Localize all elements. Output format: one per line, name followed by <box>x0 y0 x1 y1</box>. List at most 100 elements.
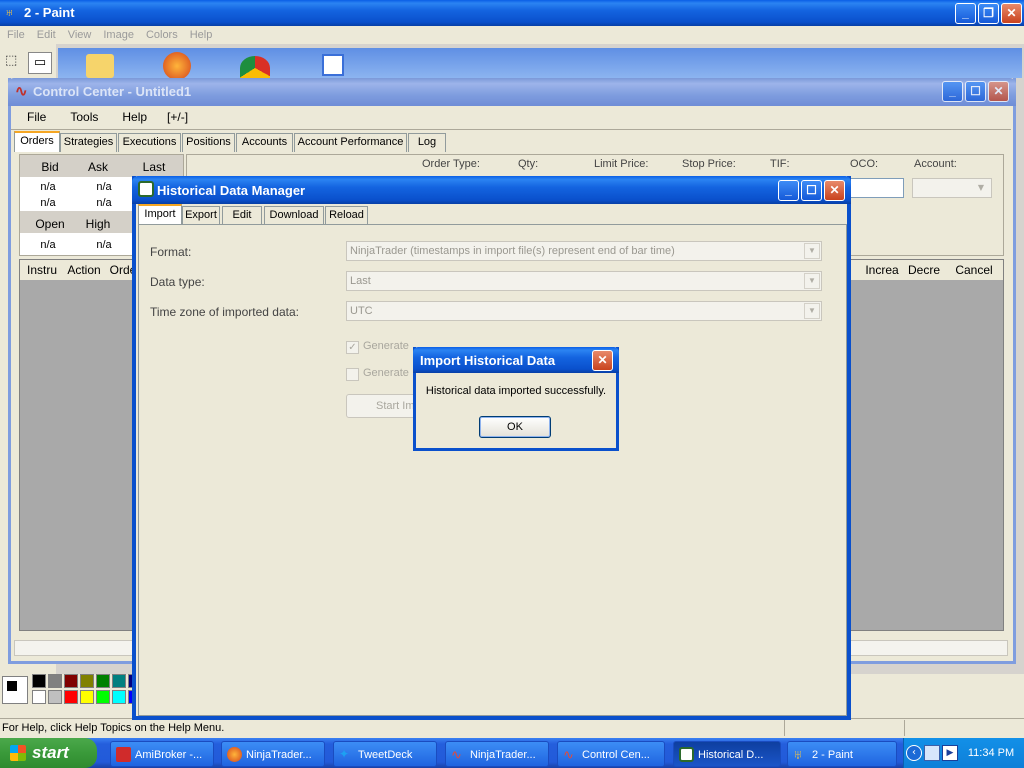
cc-menu-help[interactable]: Help <box>116 106 161 128</box>
hdm-minimize-button[interactable]: _ <box>778 180 799 201</box>
cc-tab-accounts[interactable]: Accounts <box>236 133 293 152</box>
cc-tab-positions[interactable]: Positions <box>182 133 235 152</box>
foreground-color <box>6 680 18 692</box>
palette-swatch[interactable] <box>80 690 94 704</box>
cc-maximize-button[interactable]: ☐ <box>965 81 986 102</box>
quote-header-last: Last <box>142 160 166 174</box>
start-label: start <box>32 743 69 762</box>
taskbar-item-paint[interactable]: ♅ 2 - Paint <box>787 741 897 767</box>
quote-header-ask: Ask <box>87 160 108 174</box>
taskbar-item-ninjatrader-1[interactable]: NinjaTrader... <box>221 741 325 767</box>
media-play-icon[interactable]: ▶ <box>942 745 958 761</box>
account-dropdown[interactable]: ▼ <box>912 178 992 198</box>
col-cancel[interactable]: Cancel <box>950 263 998 277</box>
cc-tab-orders[interactable]: Orders <box>14 131 60 152</box>
paint-menu-colors[interactable]: Colors <box>140 26 184 44</box>
paint-close-button[interactable]: ✕ <box>1001 3 1022 24</box>
paint-menu-view[interactable]: View <box>62 26 98 44</box>
rect-select-icon[interactable]: ▭ <box>28 52 52 74</box>
taskbar-item-control-center[interactable]: ∿ Control Cen... <box>557 741 665 767</box>
palette-swatch[interactable] <box>32 674 46 688</box>
ohl-open-value: n/a <box>40 239 56 251</box>
palette-swatch[interactable] <box>96 690 110 704</box>
col-action[interactable]: Action <box>64 263 104 277</box>
format-dropdown[interactable]: NinjaTrader (timestamps in import file(s… <box>346 241 822 261</box>
palette-swatch[interactable] <box>112 674 126 688</box>
clock[interactable]: 11:34 PM <box>962 747 1020 759</box>
paint-app-icon: ♅ <box>4 4 15 20</box>
hdm-maximize-button[interactable]: ☐ <box>801 180 822 201</box>
cc-tab-log[interactable]: Log <box>408 133 446 152</box>
ohl-high-value: n/a <box>96 239 112 251</box>
taskbar-item-tweetdeck[interactable]: ✦ TweetDeck <box>333 741 437 767</box>
paint-canvas-desktop[interactable] <box>58 48 1022 78</box>
hdm-tab-export[interactable]: Export <box>182 206 220 225</box>
cc-menu-tools[interactable]: Tools <box>64 106 116 128</box>
current-colors-box[interactable] <box>2 676 28 704</box>
cc-tab-executions[interactable]: Executions <box>118 133 181 152</box>
timezone-dropdown[interactable]: UTC ▼ <box>346 301 822 321</box>
free-select-icon[interactable]: ⬚ <box>5 53 23 71</box>
paint-menu-edit[interactable]: Edit <box>31 26 62 44</box>
generate-label-2: Generate <box>363 367 409 379</box>
cc-menu-file[interactable]: File <box>21 106 64 128</box>
taskbar-item-historical-data[interactable]: Historical D... <box>673 741 781 767</box>
paint-menu-file[interactable]: File <box>1 26 31 44</box>
ok-button[interactable]: OK <box>479 416 551 438</box>
cc-close-button[interactable]: ✕ <box>988 81 1009 102</box>
taskbar-item-ninjatrader-2[interactable]: ∿ NinjaTrader... <box>445 741 549 767</box>
paint-title-bar[interactable]: ♅ 2 - Paint _ ❐ ✕ <box>0 0 1024 26</box>
palette-swatch[interactable] <box>80 674 94 688</box>
col-instrument[interactable]: Instru <box>22 263 62 277</box>
cc-menubar: File Tools Help [+/-] <box>11 106 1011 128</box>
palette-swatch[interactable] <box>48 690 62 704</box>
paint-menu-image[interactable]: Image <box>97 26 140 44</box>
paint-menu-help[interactable]: Help <box>184 26 219 44</box>
cc-minimize-button[interactable]: _ <box>942 81 963 102</box>
control-center-title: Control Center - Untitled1 <box>33 84 192 99</box>
generate-checkbox-2[interactable] <box>346 368 359 381</box>
palette-swatch[interactable] <box>112 690 126 704</box>
paint-icon: ♅ <box>793 747 803 762</box>
hdm-tab-import[interactable]: Import <box>138 204 182 225</box>
hdm-tab-edit[interactable]: Edit <box>222 206 262 225</box>
order-type-label: Order Type: <box>422 158 480 170</box>
hdm-close-button[interactable]: ✕ <box>824 180 845 201</box>
palette-swatch[interactable] <box>32 690 46 704</box>
paint-minimize-button[interactable]: _ <box>955 3 976 24</box>
tray-expand-icon[interactable]: ‹ <box>906 745 922 761</box>
hdm-tab-download[interactable]: Download <box>264 206 324 225</box>
taskbar-item-amibroker[interactable]: AmiBroker -... <box>110 741 214 767</box>
datatype-dropdown[interactable]: Last ▼ <box>346 271 822 291</box>
import-dialog-close-button[interactable]: ✕ <box>592 350 613 371</box>
limit-price-label: Limit Price: <box>594 158 649 170</box>
format-value: NinjaTrader (timestamps in import file(s… <box>350 245 675 257</box>
control-center-title-bar[interactable]: ∿ Control Center - Untitled1 _ ☐ ✕ <box>8 78 1016 106</box>
network-icon[interactable] <box>924 745 940 761</box>
palette-swatch[interactable] <box>96 674 110 688</box>
col-increase[interactable]: Increa <box>862 263 902 277</box>
start-button[interactable]: start <box>0 738 97 768</box>
account-label: Account: <box>914 158 957 170</box>
hdm-tab-panel <box>138 224 847 716</box>
paint-restore-button[interactable]: ❐ <box>978 3 999 24</box>
hdm-title-bar[interactable]: Historical Data Manager _ ☐ ✕ <box>132 176 851 204</box>
ohl-header-open: Open <box>35 217 65 231</box>
canvas-firefox-icon <box>163 52 191 80</box>
import-dialog-message: Historical data imported successfully. <box>425 385 607 397</box>
palette-swatch[interactable] <box>64 690 78 704</box>
oco-input[interactable] <box>848 178 904 198</box>
import-dialog-title-bar[interactable]: Import Historical Data ✕ <box>413 347 619 373</box>
hdm-tab-reload[interactable]: Reload <box>325 206 368 225</box>
paint-title: 2 - Paint <box>24 5 75 20</box>
cc-tab-strategies[interactable]: Strategies <box>60 133 117 152</box>
palette-swatch[interactable] <box>48 674 62 688</box>
cc-tab-account-performance[interactable]: Account Performance <box>294 133 407 152</box>
generate-checkbox-1[interactable]: ✓ <box>346 341 359 354</box>
cc-menu-toggle[interactable]: [+/-] <box>161 106 194 128</box>
hdm-title: Historical Data Manager <box>157 183 306 198</box>
cc-separator <box>11 129 1011 130</box>
col-decrease[interactable]: Decre <box>904 263 944 277</box>
ninjatrader-icon: ∿ <box>563 747 574 762</box>
palette-swatch[interactable] <box>64 674 78 688</box>
